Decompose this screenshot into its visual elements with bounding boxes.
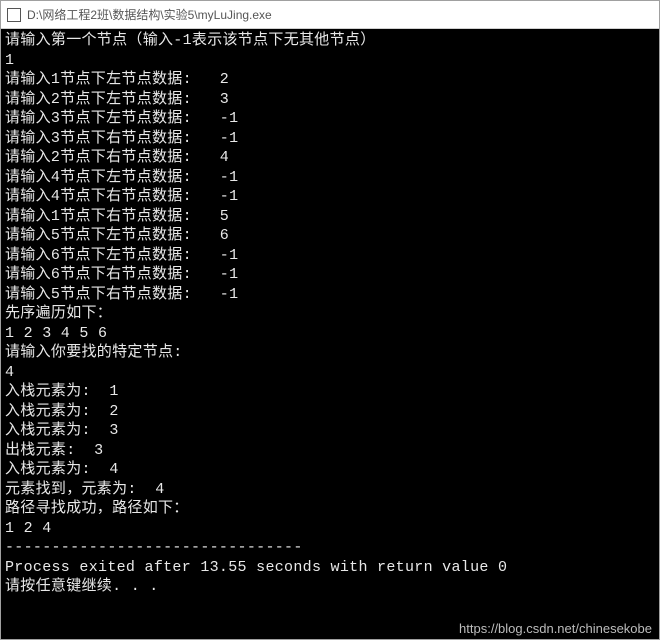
console-line: 入栈元素为: 4 <box>5 460 655 480</box>
app-icon <box>7 8 21 22</box>
console-line: 路径寻找成功，路径如下： <box>5 499 655 519</box>
console-line: 入栈元素为: 2 <box>5 402 655 422</box>
window-title: D:\网络工程2班\数据结构\实验5\myLuJing.exe <box>27 6 272 23</box>
console-line: 请输入6节点下左节点数据: -1 <box>5 246 655 266</box>
console-line: 请输入1节点下左节点数据: 2 <box>5 70 655 90</box>
console-line: 入栈元素为: 1 <box>5 382 655 402</box>
console-line: 请输入3节点下左节点数据: -1 <box>5 109 655 129</box>
console-line: 1 <box>5 51 655 71</box>
console-line: 请输入6节点下右节点数据: -1 <box>5 265 655 285</box>
console-line: 请输入第一个节点（输入-1表示该节点下无其他节点） <box>5 31 655 51</box>
console-line: 请输入5节点下右节点数据: -1 <box>5 285 655 305</box>
console-line: 请输入4节点下左节点数据: -1 <box>5 168 655 188</box>
console-line: 先序遍历如下： <box>5 304 655 324</box>
console-line: 请按任意键继续. . . <box>5 577 655 597</box>
console-line: 请输入3节点下右节点数据: -1 <box>5 129 655 149</box>
app-window: D:\网络工程2班\数据结构\实验5\myLuJing.exe 请输入第一个节点… <box>0 0 660 640</box>
console-line: 请输入5节点下左节点数据: 6 <box>5 226 655 246</box>
console-output[interactable]: 请输入第一个节点（输入-1表示该节点下无其他节点）1请输入1节点下左节点数据: … <box>1 29 659 639</box>
console-line: 元素找到，元素为: 4 <box>5 480 655 500</box>
console-line: -------------------------------- <box>5 538 655 558</box>
console-line: 请输入1节点下右节点数据: 5 <box>5 207 655 227</box>
console-line: 请输入2节点下右节点数据: 4 <box>5 148 655 168</box>
console-line: 出栈元素: 3 <box>5 441 655 461</box>
console-line: Process exited after 13.55 seconds with … <box>5 558 655 578</box>
console-line: 4 <box>5 363 655 383</box>
console-line: 1 2 3 4 5 6 <box>5 324 655 344</box>
titlebar[interactable]: D:\网络工程2班\数据结构\实验5\myLuJing.exe <box>1 1 659 29</box>
console-line: 入栈元素为: 3 <box>5 421 655 441</box>
console-line: 请输入2节点下左节点数据: 3 <box>5 90 655 110</box>
console-line: 请输入4节点下右节点数据: -1 <box>5 187 655 207</box>
console-line: 1 2 4 <box>5 519 655 539</box>
console-line: 请输入你要找的特定节点: <box>5 343 655 363</box>
